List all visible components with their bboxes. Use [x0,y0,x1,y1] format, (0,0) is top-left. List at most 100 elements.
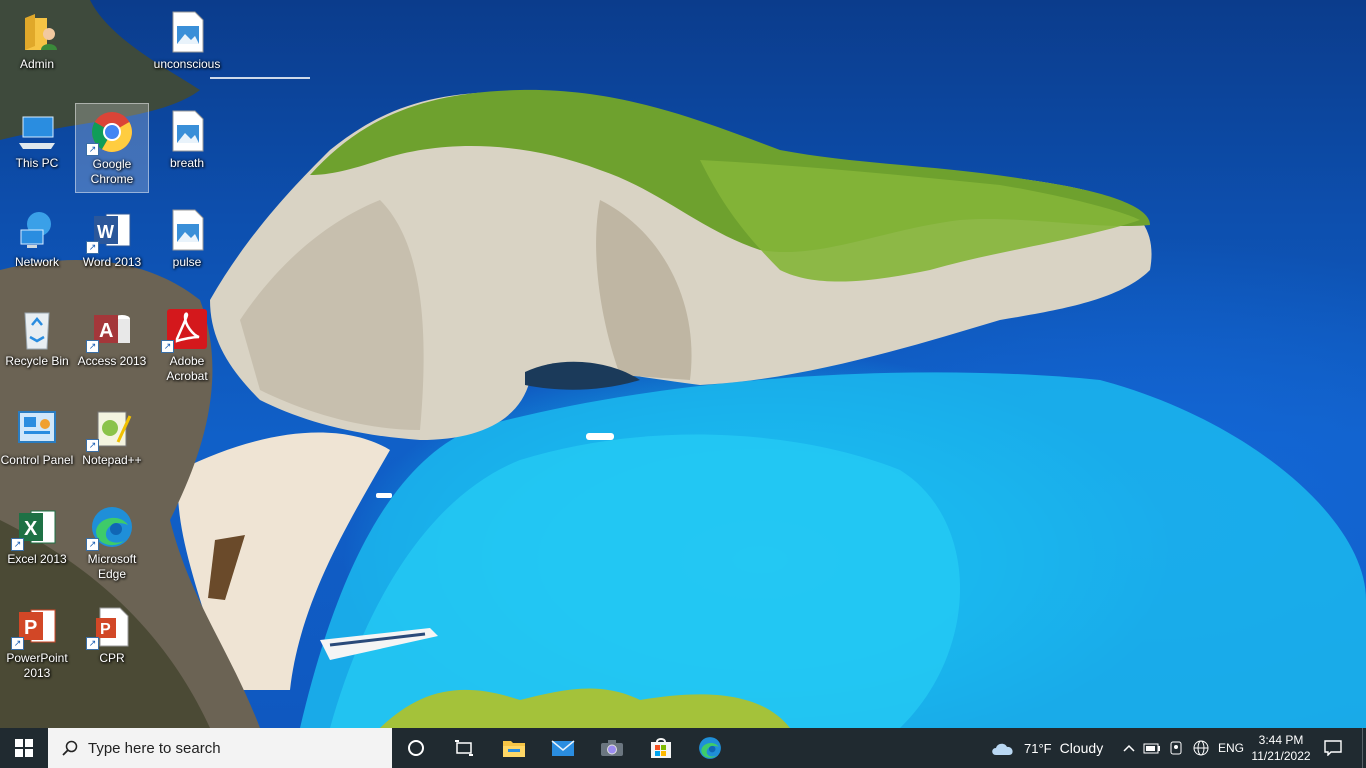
cortana-icon [408,740,424,756]
weather-widget[interactable]: 71°F Cloudy [990,728,1120,768]
search-placeholder: Type here to search [88,739,221,757]
edge-icon: ↗ [86,505,134,551]
desktop-icon-control-panel[interactable]: Control Panel [0,400,74,490]
start-button[interactable] [0,728,48,768]
search-box[interactable]: Type here to search [48,728,392,768]
shortcut-arrow-icon: ↗ [86,241,99,254]
task-view-button[interactable] [440,728,488,768]
cortana-button[interactable] [392,728,440,768]
clock-date: 11/21/2022 [1251,749,1311,763]
desktop-icon-unconscious[interactable]: unconscious [150,4,224,94]
clock-time: 3:44 PM [1258,733,1304,747]
network-tray-button[interactable] [1189,728,1213,768]
icon-label: unconscious [153,57,221,71]
weather-temp: 71°F [1024,740,1052,756]
mail-icon [551,740,575,756]
windows-logo-icon [15,739,33,757]
desktop-icon-breath[interactable]: breath [150,103,224,193]
svg-text:X: X [24,518,38,540]
desktop-icon-pulse[interactable]: pulse [150,202,224,292]
desktop-icon-word-2013[interactable]: W ↗ Word 2013 [75,202,149,292]
show-desktop-button[interactable] [1362,728,1366,768]
file-explorer-icon [503,741,525,757]
store-icon [651,738,671,758]
desktop-icon-access-2013[interactable]: A ↗ Access 2013 [75,301,149,391]
camera-icon [601,740,623,756]
excel-icon: X ↗ [11,505,59,551]
task-view-icon [455,740,473,756]
control-panel-icon [15,406,59,450]
icon-label: Control Panel [0,453,74,467]
access-icon: A ↗ [86,307,134,353]
desktop-icon-microsoft-edge[interactable]: ↗ Microsoft Edge [75,499,149,589]
taskbar: Type here to search 71°F Cloudy ENG 3:44… [0,728,1366,768]
image-file-icon [165,10,209,54]
word-icon: W ↗ [86,208,134,254]
camera-button[interactable] [588,728,636,768]
desktop-icon-excel-2013[interactable]: X ↗ Excel 2013 [0,499,74,589]
chrome-icon: ↗ [86,110,134,156]
shortcut-arrow-icon: ↗ [11,637,24,650]
edge-icon [699,737,721,759]
icon-label: Word 2013 [82,255,142,269]
icon-label: CPR [99,651,125,665]
shortcut-arrow-icon: ↗ [86,340,99,353]
icon-label: Access 2013 [77,354,147,368]
icon-label: Excel 2013 [7,552,67,566]
svg-text:P: P [100,621,111,638]
icon-label: PowerPoint 2013 [6,651,68,680]
desktop-icon-admin[interactable]: Admin [0,4,74,94]
icon-label: Network [14,255,59,269]
notepad-plus-plus-icon: ↗ [86,406,134,452]
icon-label: Microsoft Edge [87,552,137,581]
shortcut-arrow-icon: ↗ [161,340,174,353]
shortcut-arrow-icon: ↗ [11,538,24,551]
camera-outline-icon [1170,741,1182,755]
network-icon [15,208,59,252]
show-hidden-icons-button[interactable] [1119,728,1139,768]
acrobat-icon: ↗ [161,307,209,353]
battery-button[interactable] [1141,728,1163,768]
shortcut-arrow-icon: ↗ [86,439,99,452]
icon-label: Google Chrome [90,157,134,186]
desktop-icon-cpr[interactable]: P ↗ CPR [75,598,149,688]
user-folder-icon [15,10,59,54]
desktop-icon-notepad-plus-plus[interactable]: ↗ Notepad++ [75,400,149,490]
powerpoint-icon: P ↗ [11,604,59,650]
edge-taskbar-button[interactable] [686,728,734,768]
desktop-icon-recycle-bin[interactable]: Recycle Bin [0,301,74,391]
desktop-icon-google-chrome[interactable]: ↗ Google Chrome [75,103,149,193]
icon-label: Adobe Acrobat [166,354,208,383]
file-explorer-button[interactable] [490,728,538,768]
powerpoint-file-icon: P ↗ [86,604,134,650]
svg-text:P: P [24,617,37,639]
cloud-icon [992,743,1013,755]
meet-now-button[interactable] [1165,728,1187,768]
desktop-icon-this-pc[interactable]: This PC [0,103,74,193]
image-file-icon [165,109,209,153]
desktop-icon-network[interactable]: Network [0,202,74,292]
store-button[interactable] [637,728,685,768]
notification-icon [1324,740,1342,756]
desktop-icon-powerpoint-2013[interactable]: P ↗ PowerPoint 2013 [0,598,74,688]
icon-label: This PC [15,156,59,170]
shortcut-arrow-icon: ↗ [86,637,99,650]
svg-text:A: A [99,320,113,342]
shortcut-arrow-icon: ↗ [86,538,99,551]
icon-label: Recycle Bin [5,354,69,368]
language-indicator[interactable]: ENG [1213,728,1249,768]
search-icon [62,740,78,756]
icon-label: breath [169,156,205,170]
battery-plug-icon [1143,743,1160,754]
weather-condition: Cloudy [1059,740,1104,756]
mail-button[interactable] [539,728,587,768]
action-center-button[interactable] [1318,728,1348,768]
chevron-up-icon [1123,744,1135,752]
clock[interactable]: 3:44 PM 11/21/2022 [1249,728,1313,768]
recycle-bin-icon [15,307,59,351]
icon-label: Notepad++ [82,453,142,467]
desktop-icon-adobe-acrobat[interactable]: ↗ Adobe Acrobat [150,301,224,391]
icon-label: pulse [172,255,202,269]
shortcut-arrow-icon: ↗ [86,143,99,156]
language-label: ENG [1217,741,1244,755]
